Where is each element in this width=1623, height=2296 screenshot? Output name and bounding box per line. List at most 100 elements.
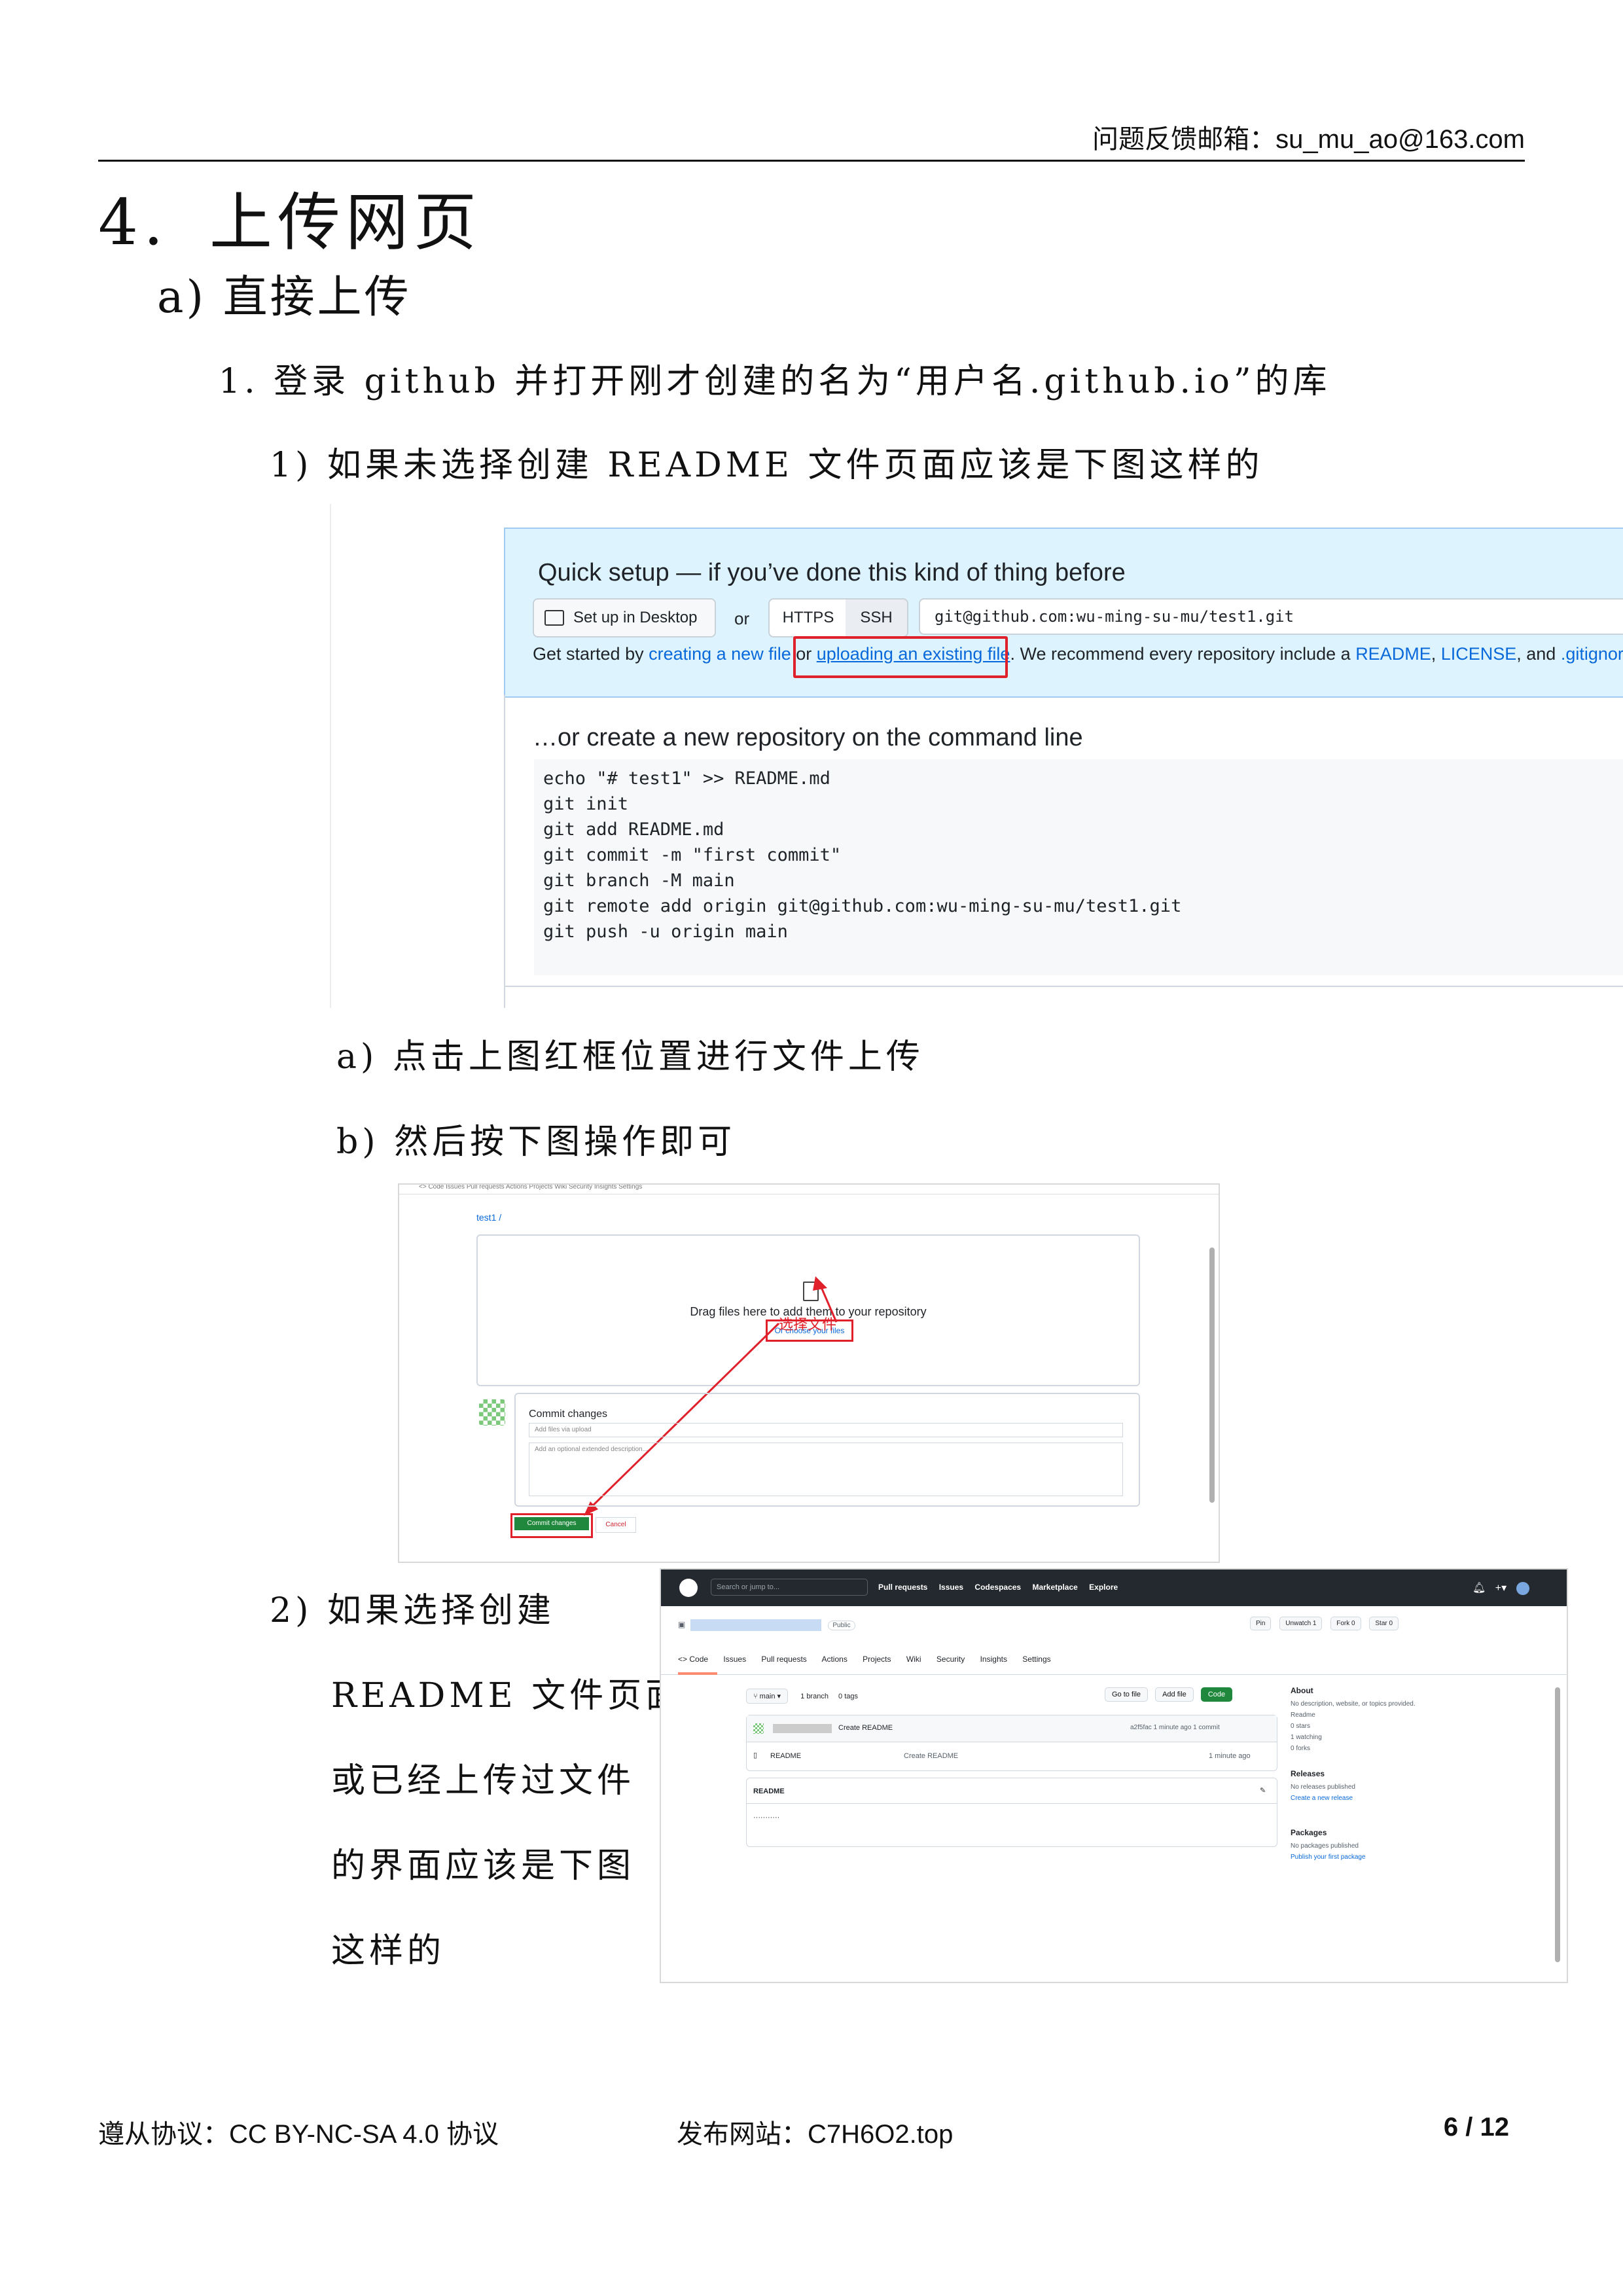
releases-empty: No releases published (1291, 1784, 1355, 1791)
tab-projects[interactable]: Projects (863, 1655, 891, 1664)
search-input[interactable]: Search or jump to... (711, 1579, 868, 1596)
repo-sidebar: About No description, website, or topics… (1291, 1686, 1474, 1861)
releases-heading[interactable]: Releases (1291, 1769, 1474, 1778)
command-code-block: echo "# test1" >> README.md git init git a… (534, 759, 1623, 975)
unwatch-button[interactable]: Unwatch 1 (1279, 1617, 1323, 1630)
panel-divider (504, 986, 1623, 987)
header-rule (98, 160, 1525, 162)
tags-link[interactable]: 0 tags (838, 1693, 858, 1700)
create-release-link[interactable]: Create a new release (1291, 1795, 1474, 1802)
commit-meta[interactable]: a2f5fac 1 minute ago 1 commit (1130, 1724, 1220, 1731)
clone-url: git@github.com:wu-ming-su-mu/test1.git (935, 607, 1294, 626)
nav-codespaces[interactable]: Codespaces (974, 1583, 1021, 1592)
repo-name[interactable] (690, 1619, 822, 1631)
commit-description-input[interactable]: Add an optional extended description... (529, 1443, 1123, 1496)
star-button[interactable]: Star 0 (1369, 1617, 1399, 1630)
section-number: 4. (98, 186, 169, 259)
footer-site: 发布网站：C7H6O2.top (677, 2120, 954, 2149)
github-header: Search or jump to... Pull requests Issue… (661, 1570, 1567, 1606)
file-commit-msg[interactable]: Create README (904, 1752, 958, 1760)
commit-message[interactable]: Create README (838, 1724, 893, 1732)
tab-insights[interactable]: Insights (980, 1655, 1007, 1664)
global-nav: Pull requests Issues Codespaces Marketpl… (878, 1583, 1127, 1592)
gitignore-link[interactable]: .gitignore (1561, 644, 1623, 664)
step-2-line-4: 的界面应该是下图 (331, 1846, 635, 1886)
file-time: 1 minute ago (1209, 1752, 1251, 1760)
commit-summary-input[interactable]: Add files via upload (529, 1423, 1123, 1437)
active-tab-indicator (678, 1672, 717, 1675)
step-2-line-3: 或已经上传过文件 (331, 1761, 635, 1801)
branch-selector[interactable]: ⑂ main ▾ (746, 1689, 789, 1704)
tab-settings[interactable]: Settings (1022, 1655, 1050, 1664)
publish-package-link[interactable]: Publish your first package (1291, 1854, 1474, 1861)
gs-and: , and (1516, 644, 1561, 664)
clone-url-input[interactable]: git@github.com:wu-ming-su-mu/test1.git (919, 598, 1623, 635)
branch-row: ⑂ main ▾ 1 branch 0 tags (746, 1689, 858, 1704)
readme-panel: README ✎ ··········· (746, 1778, 1277, 1847)
pencil-icon[interactable]: ✎ (1260, 1786, 1266, 1795)
or-label: or (734, 609, 750, 628)
header-icons: 🔔︎ +▾ (1472, 1581, 1529, 1595)
plus-icon[interactable]: +▾ (1495, 1583, 1507, 1594)
fork-button[interactable]: Fork 0 (1330, 1617, 1361, 1630)
about-forks[interactable]: 0 forks (1291, 1745, 1474, 1752)
branches-link[interactable]: 1 branch (800, 1693, 829, 1700)
repo-icon: ▣ (678, 1620, 686, 1630)
repo-actions: Pin Unwatch 1 Fork 0 Star 0 (1243, 1617, 1399, 1630)
https-label: HTTPS (782, 609, 834, 626)
scrollbar[interactable] (1555, 1687, 1560, 1962)
screenshot-quick-setup: Quick setup — if you’ve done this kind o… (330, 504, 1623, 1008)
add-file-button[interactable]: Add file (1155, 1687, 1194, 1702)
avatar-icon[interactable] (1516, 1581, 1529, 1595)
about-stars[interactable]: 0 stars (1291, 1723, 1474, 1730)
tab-security[interactable]: Security (936, 1655, 965, 1664)
file-list: Create README a2f5fac 1 minute ago 1 com… (746, 1715, 1277, 1771)
nav-pull-requests[interactable]: Pull requests (878, 1583, 927, 1592)
file-name[interactable]: README (770, 1752, 801, 1760)
pin-button[interactable]: Pin (1250, 1617, 1272, 1630)
about-watching[interactable]: 1 watching (1291, 1734, 1474, 1741)
github-logo-icon[interactable] (679, 1579, 698, 1597)
page-number: 6 / 12 (1443, 2113, 1509, 2142)
panel-border (504, 695, 505, 1008)
ssh-button[interactable]: SSH (846, 598, 908, 637)
readme-link[interactable]: README (1355, 644, 1431, 664)
tab-divider (661, 1674, 1567, 1675)
step-b: b) 然后按下图操作即可 (336, 1122, 736, 1162)
repo-title-row: ▣ Public (678, 1619, 855, 1631)
tab-wiki[interactable]: Wiki (906, 1655, 921, 1664)
section-heading: 4. 上传网页 (98, 171, 482, 262)
creating-new-file-link[interactable]: creating a new file (649, 644, 791, 664)
code-button[interactable]: Code (1200, 1687, 1233, 1702)
gs-comma: , (1431, 644, 1441, 664)
nav-issues[interactable]: Issues (939, 1583, 963, 1592)
tab-issues[interactable]: Issues (723, 1655, 746, 1664)
nav-explore[interactable]: Explore (1089, 1583, 1118, 1592)
commit-form: Commit changes Add files via upload Add … (514, 1393, 1140, 1507)
https-button[interactable]: HTTPS (768, 598, 848, 637)
cancel-button[interactable]: Cancel (596, 1517, 636, 1533)
divider (330, 504, 331, 1008)
code-line: git add README.md (543, 819, 724, 840)
branch-name: main (759, 1693, 776, 1700)
tab-pull-requests[interactable]: Pull requests (761, 1655, 806, 1664)
packages-heading[interactable]: Packages (1291, 1828, 1474, 1837)
tab-actions[interactable]: Actions (821, 1655, 847, 1664)
about-readme[interactable]: Readme (1291, 1712, 1474, 1719)
step-a: a) 点击上图红框位置进行文件上传 (336, 1037, 924, 1077)
nav-marketplace[interactable]: Marketplace (1032, 1583, 1077, 1592)
tab-code[interactable]: <> Code (678, 1655, 708, 1664)
scrollbar[interactable] (1209, 1247, 1215, 1503)
avatar (479, 1399, 505, 1426)
setup-desktop-button[interactable]: Set up in Desktop (533, 598, 716, 637)
branch-icon: ⑂ (753, 1693, 760, 1700)
commit-changes-button[interactable]: Commit changes (510, 1513, 593, 1538)
screenshot-repo: Search or jump to... Pull requests Issue… (660, 1568, 1568, 1983)
quick-setup-title: Quick setup — if you’ve done this kind o… (538, 559, 1126, 586)
section-title: 上传网页 (209, 186, 482, 259)
setup-desktop-label: Set up in Desktop (573, 609, 698, 626)
bell-icon[interactable]: 🔔︎ (1472, 1583, 1486, 1594)
code-line: git init (543, 794, 629, 814)
license-link[interactable]: LICENSE (1441, 644, 1517, 664)
go-to-file-button[interactable]: Go to file (1105, 1687, 1149, 1702)
